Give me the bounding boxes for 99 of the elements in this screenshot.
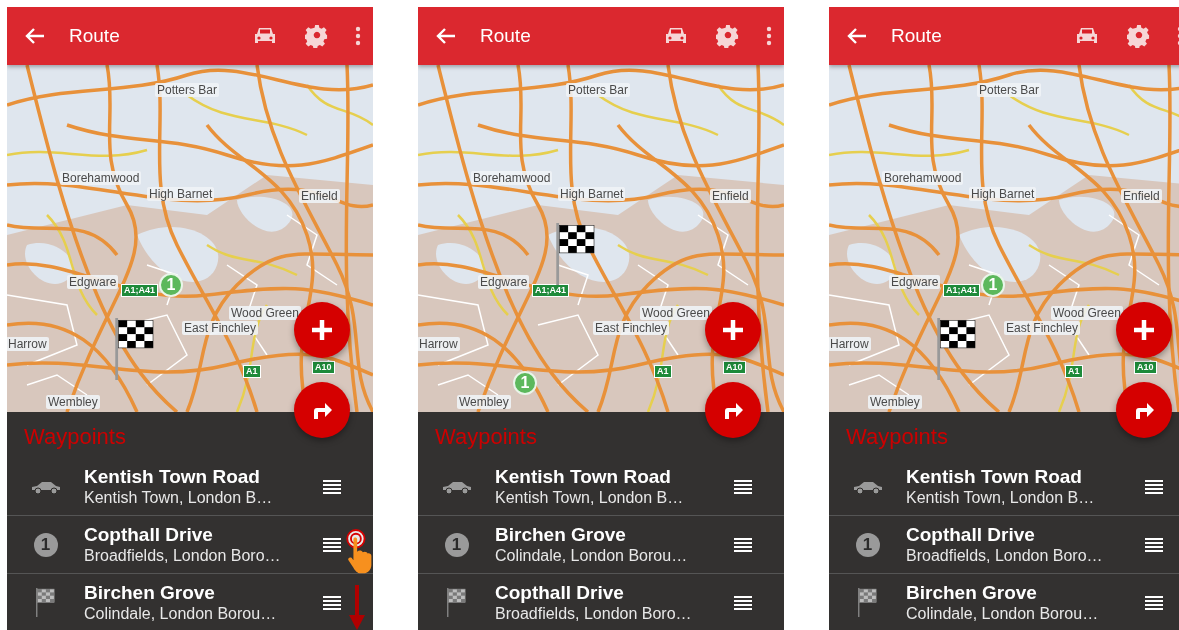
place-label: Edgware — [478, 275, 530, 289]
drag-handle-icon — [1145, 479, 1163, 494]
waypoint-address: Broadfields, London Boro… — [906, 545, 1104, 566]
back-arrow-icon — [436, 27, 456, 45]
turn-right-arrow-icon — [722, 401, 744, 419]
place-label: Wembley — [457, 395, 511, 409]
map[interactable]: Potters Bar Borehamwood High Barnet Enfield Edgware Wood Green East Finchley Harrow Wembley A1;A41 A1 A10 1 — [418, 65, 784, 412]
screen-title: Route — [480, 25, 532, 47]
place-label: Harrow — [7, 337, 49, 351]
place-label: Enfield — [299, 189, 340, 203]
waypoint-address: Kentish Town, London B… — [84, 487, 274, 508]
more-options-icon — [766, 26, 772, 46]
road-number-sign: A1;A41 — [943, 284, 980, 297]
place-label: East Finchley — [182, 321, 259, 335]
car-icon — [664, 26, 688, 46]
car-icon — [440, 479, 473, 494]
road-number-sign: A1 — [1065, 365, 1083, 378]
waypoint-title: Copthall Drive — [495, 581, 625, 604]
place-label: High Barnet — [969, 187, 1037, 201]
road-number-sign: A10 — [312, 361, 335, 374]
car-icon — [253, 26, 277, 46]
more-options-icon — [355, 26, 361, 46]
waypoint-address: Broadfields, London Boro… — [495, 603, 693, 624]
waypoint-address: Colindale, London Borou… — [906, 603, 1100, 624]
drag-handle-icon — [323, 479, 341, 494]
waypoint-address: Colindale, London Borou… — [84, 603, 278, 624]
settings-icon — [716, 24, 740, 48]
screen-title: Route — [891, 25, 943, 47]
place-label: Enfield — [1121, 189, 1162, 203]
place-label: Borehamwood — [882, 171, 964, 185]
map[interactable]: Potters Bar Borehamwood High Barnet Enfield Edgware Wood Green East Finchley Harrow Wembley A1;A41 A1 A10 1 — [829, 65, 1179, 412]
turn-right-arrow-icon — [1133, 401, 1155, 419]
place-label: Wood Green — [229, 306, 301, 320]
place-label: Potters Bar — [155, 83, 220, 97]
road-number-sign: A10 — [1134, 361, 1157, 374]
road-number-sign: A10 — [723, 361, 746, 374]
place-label: Harrow — [829, 337, 871, 351]
panel-heading: Waypoints — [23, 423, 127, 451]
car-icon — [851, 479, 884, 494]
plus-icon — [310, 318, 334, 342]
place-label: Wood Green — [640, 306, 712, 320]
back-arrow-icon — [847, 27, 867, 45]
screen-title: Route — [69, 25, 121, 47]
waypoint-title: Kentish Town Road — [84, 465, 261, 488]
drag-handle-icon — [734, 479, 752, 494]
panel-heading: Waypoints — [434, 423, 538, 451]
car-icon — [1075, 26, 1099, 46]
settings-icon — [1127, 24, 1151, 48]
plus-icon — [1132, 318, 1156, 342]
map[interactable]: Potters Bar Borehamwood High Barnet Enfield Edgware Wood Green East Finchley Harrow Wembley A1;A41 A1 A10 1 — [7, 65, 373, 412]
drag-handle-icon — [323, 595, 341, 610]
place-label: Harrow — [418, 337, 460, 351]
checkered-flag-icon — [856, 587, 879, 618]
road-number-sign: A1;A41 — [121, 284, 158, 297]
drag-arrow — [349, 585, 365, 630]
back-arrow-icon — [25, 27, 45, 45]
waypoint-address: Kentish Town, London B… — [495, 487, 685, 508]
waypoint-title: Birchen Grove — [84, 581, 216, 604]
place-label: Borehamwood — [471, 171, 553, 185]
number-badge: 1 — [33, 532, 58, 557]
car-icon — [29, 479, 62, 494]
drag-handle-icon — [734, 595, 752, 610]
place-label: High Barnet — [147, 187, 215, 201]
drag-handle-icon — [734, 537, 752, 552]
panel-heading: Waypoints — [845, 423, 949, 451]
place-label: Wembley — [46, 395, 100, 409]
waypoint-address: Kentish Town, London B… — [906, 487, 1096, 508]
checkered-flag-icon — [34, 587, 57, 618]
waypoint-title: Copthall Drive — [906, 523, 1036, 546]
place-label: Enfield — [710, 189, 751, 203]
waypoint-address: Broadfields, London Boro… — [84, 545, 282, 566]
waypoint-title: Kentish Town Road — [906, 465, 1083, 488]
place-label: East Finchley — [593, 321, 670, 335]
drag-handle-icon — [1145, 537, 1163, 552]
place-label: East Finchley — [1004, 321, 1081, 335]
turn-right-arrow-icon — [311, 401, 333, 419]
place-label: Edgware — [889, 275, 941, 289]
waypoint-title: Copthall Drive — [84, 523, 214, 546]
place-label: Edgware — [67, 275, 119, 289]
place-label: High Barnet — [558, 187, 626, 201]
place-label: Potters Bar — [566, 83, 631, 97]
drag-handle-icon — [323, 537, 341, 552]
place-label: Borehamwood — [60, 171, 142, 185]
road-number-sign: A1 — [243, 365, 261, 378]
place-label: Potters Bar — [977, 83, 1042, 97]
waypoint-title: Birchen Grove — [906, 581, 1038, 604]
number-badge: 1 — [855, 532, 880, 557]
road-number-sign: A1;A41 — [532, 284, 569, 297]
place-label: Wembley — [868, 395, 922, 409]
settings-icon — [305, 24, 329, 48]
waypoint-title: Birchen Grove — [495, 523, 627, 546]
drag-handle-icon — [1145, 595, 1163, 610]
checkered-flag-icon — [445, 587, 468, 618]
waypoint-title: Kentish Town Road — [495, 465, 672, 488]
place-label: Wood Green — [1051, 306, 1123, 320]
plus-icon — [721, 318, 745, 342]
waypoint-address: Colindale, London Borou… — [495, 545, 689, 566]
road-number-sign: A1 — [654, 365, 672, 378]
number-badge: 1 — [444, 532, 469, 557]
